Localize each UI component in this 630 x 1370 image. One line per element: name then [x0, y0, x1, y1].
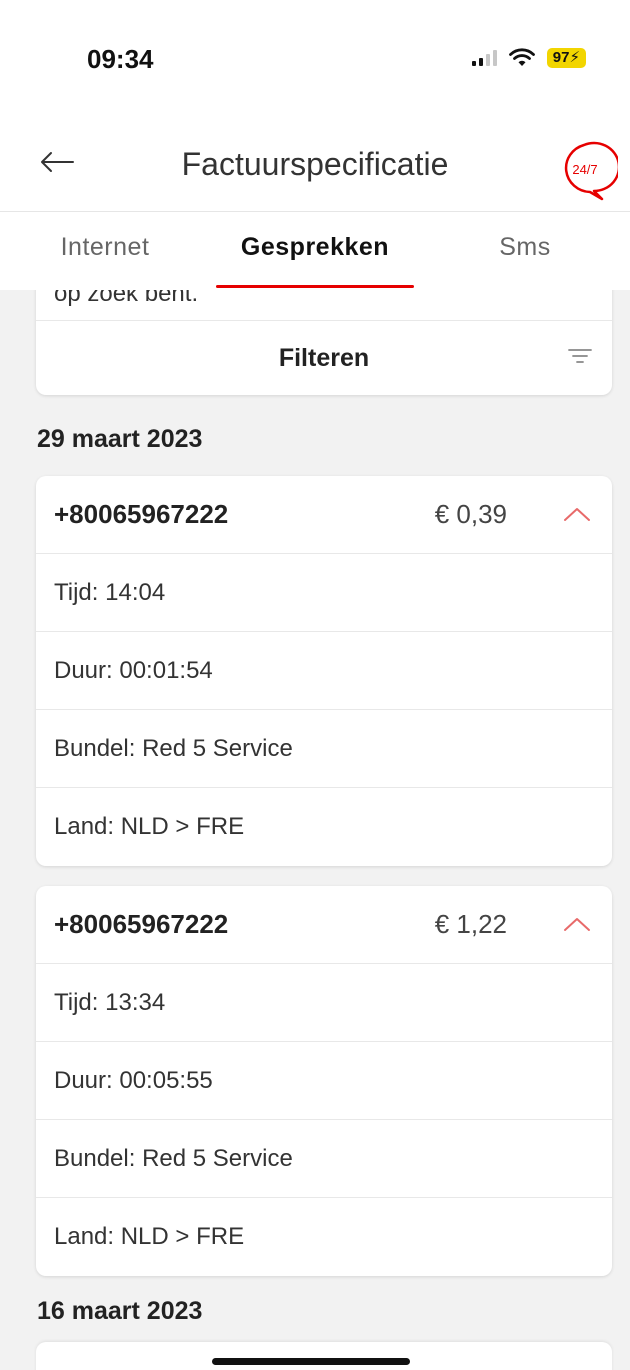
call-price: € 0,39	[434, 499, 507, 529]
top-app-bar: Factuurspecificatie 24/7	[0, 110, 630, 212]
tab-sms[interactable]: Sms	[420, 212, 630, 290]
filter-button[interactable]: Filteren	[36, 321, 612, 395]
status-time: 09:34	[87, 44, 154, 74]
cellular-signal-icon	[471, 50, 497, 66]
call-number: +80065967222	[54, 909, 229, 939]
tab-gesprekken[interactable]: Gesprekken	[210, 212, 420, 290]
call-price: € 1,22	[434, 909, 507, 939]
call-detail-bundle: Bundel: Red 5 Service	[36, 710, 612, 788]
call-card-header[interactable]: +80065967222 € 1,22	[36, 886, 612, 964]
chevron-up-icon[interactable]	[562, 912, 592, 936]
filter-label: Filteren	[278, 343, 370, 372]
call-detail-country: Land: NLD > FRE	[54, 813, 245, 840]
call-card: +80065967222 € 1,22 Tijd: 13:34 Duur: 00…	[36, 886, 612, 1276]
tab-bar: Internet Gesprekken Sms	[0, 212, 630, 290]
call-detail-time: Tijd: 13:34	[36, 964, 612, 1042]
call-card-header[interactable]: +80065967222 € 0,39	[36, 476, 612, 554]
call-card: +80065967222 € 0,39 Tijd: 14:04 Duur: 00…	[36, 476, 612, 866]
filter-intro-text: op zoek bent.	[54, 290, 199, 307]
call-detail-country: Land: NLD > FRE	[54, 1223, 245, 1250]
filter-card: op zoek bent. Filteren	[36, 290, 612, 395]
call-list-scroll[interactable]: op zoek bent. Filteren 29 maart 2023 +80…	[0, 290, 630, 1370]
status-icons: 97⚡	[471, 48, 586, 68]
call-card[interactable]	[36, 1342, 612, 1370]
date-heading: 29 maart 2023	[37, 425, 203, 453]
battery-indicator: 97⚡	[546, 48, 586, 68]
call-detail-time: Tijd: 14:04	[36, 554, 612, 632]
chat-24-7-icon: 24/7	[564, 141, 621, 201]
page-title: Factuurspecificatie	[181, 146, 449, 182]
tab-internet[interactable]: Internet	[0, 212, 210, 290]
chevron-up-icon[interactable]	[562, 502, 592, 526]
call-number: +80065967222	[54, 499, 229, 529]
wifi-icon	[508, 48, 535, 66]
filter-lines-icon	[568, 349, 592, 363]
date-heading: 16 maart 2023	[37, 1297, 203, 1325]
call-detail-bundle: Bundel: Red 5 Service	[36, 1120, 612, 1198]
status-bar: 09:34 97⚡	[0, 0, 630, 110]
support-chat-button[interactable]: 24/7	[554, 141, 621, 201]
home-indicator	[212, 1358, 410, 1365]
call-detail-duration: Duur: 00:01:54	[36, 632, 612, 710]
call-detail-duration: Duur: 00:05:55	[36, 1042, 612, 1120]
svg-text:24/7: 24/7	[572, 162, 597, 177]
